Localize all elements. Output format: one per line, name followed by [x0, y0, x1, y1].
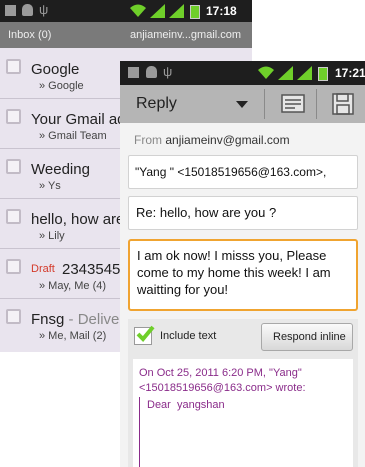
status-bar: ψ 17:18 [0, 0, 252, 22]
message-checkbox[interactable] [6, 309, 21, 324]
quoted-header-line-1: On Oct 25, 2011 6:20 PM, "Yang" [139, 367, 302, 379]
battery-icon [190, 5, 200, 19]
reply-mode-label: Reply [136, 95, 177, 112]
send-button[interactable] [272, 85, 314, 123]
message-checkbox[interactable] [6, 259, 21, 274]
usb-icon: ψ [39, 2, 49, 17]
quoted-header-line-2: <15018519656@163.com> wrote: [139, 382, 306, 394]
status-bar: ψ 17:21 [120, 61, 365, 85]
message-sender: » May, Me (4) [39, 280, 107, 292]
account-label: anjiameinv...gmail.com [130, 29, 242, 41]
message-subject: hello, how are [31, 211, 125, 228]
android-icon [22, 4, 33, 16]
body-field[interactable]: I am ok now! I misss you, Please come to… [128, 239, 358, 311]
from-row: From anjiameinv@gmail.com [134, 133, 290, 147]
subject-value: Re: hello, how are you ? [136, 205, 277, 220]
body-text: I am ok now! I misss you, Please come to… [137, 248, 331, 297]
picture-icon [128, 67, 139, 78]
respond-inline-button[interactable]: Respond inline [261, 323, 353, 351]
to-recipients: "Yang " <15018519656@163.com>, [135, 165, 327, 179]
status-time: 17:21 [335, 66, 365, 80]
signal-icon [150, 4, 165, 18]
message-sender: » Lily [39, 230, 65, 242]
save-draft-button[interactable] [320, 85, 365, 123]
draft-badge: Draft [31, 263, 55, 275]
quoted-message: On Oct 25, 2011 6:20 PM, "Yang" <1501851… [133, 359, 353, 467]
caret-down-icon [236, 101, 248, 108]
message-subject: Weeding [31, 161, 90, 178]
signal-icon [278, 66, 293, 80]
message-sender: » Google [39, 80, 84, 92]
message-subject: Google [31, 61, 80, 78]
inbox-title-bar: Inbox (0) anjiameinv...gmail.com [0, 22, 252, 48]
signal-icon-2 [169, 4, 184, 18]
action-bar: Reply [120, 85, 365, 123]
wifi-icon [130, 4, 146, 17]
message-subject: Your Gmail add [31, 111, 134, 128]
subject-field[interactable]: Re: hello, how are you ? [128, 196, 358, 230]
message-sender: » Me, Mail (2) [39, 330, 107, 342]
message-checkbox[interactable] [6, 59, 21, 74]
quoted-text-line [139, 397, 140, 467]
include-text-toggle[interactable]: Include text [134, 325, 244, 349]
usb-icon: ψ [163, 64, 173, 79]
message-subject-line: Fnsg - Delivery [31, 311, 132, 328]
quoted-body: Dear yangshan [147, 399, 225, 411]
checkmark-icon [136, 325, 155, 342]
message-subject: 2343545- [62, 261, 126, 278]
android-icon [146, 66, 157, 78]
wifi-icon [258, 66, 274, 79]
from-value: anjiameinv@gmail.com [165, 133, 290, 147]
message-sender: » Gmail Team [39, 130, 107, 142]
message-checkbox[interactable] [6, 109, 21, 124]
reply-mode-dropdown[interactable]: Reply [120, 85, 260, 123]
respond-inline-label: Respond inline [273, 331, 346, 343]
picture-icon [5, 5, 16, 16]
status-time: 17:18 [206, 4, 237, 18]
reply-screen: ψ 17:21 Reply From anjiameinv@gmail.com … [120, 61, 365, 467]
inbox-title: Inbox (0) [8, 29, 52, 41]
battery-icon [318, 67, 328, 81]
include-text-label: Include text [160, 330, 217, 342]
save-icon [332, 93, 354, 115]
message-checkbox[interactable] [6, 159, 21, 174]
divider [316, 89, 317, 119]
to-field[interactable]: "Yang " <15018519656@163.com>, [128, 155, 358, 189]
message-checkbox[interactable] [6, 209, 21, 224]
from-label: From [134, 133, 162, 147]
message-subject: Fnsg [31, 311, 65, 328]
divider [264, 89, 265, 119]
signal-icon-2 [297, 66, 312, 80]
send-icon [281, 94, 305, 113]
message-sender: » Ys [39, 180, 61, 192]
